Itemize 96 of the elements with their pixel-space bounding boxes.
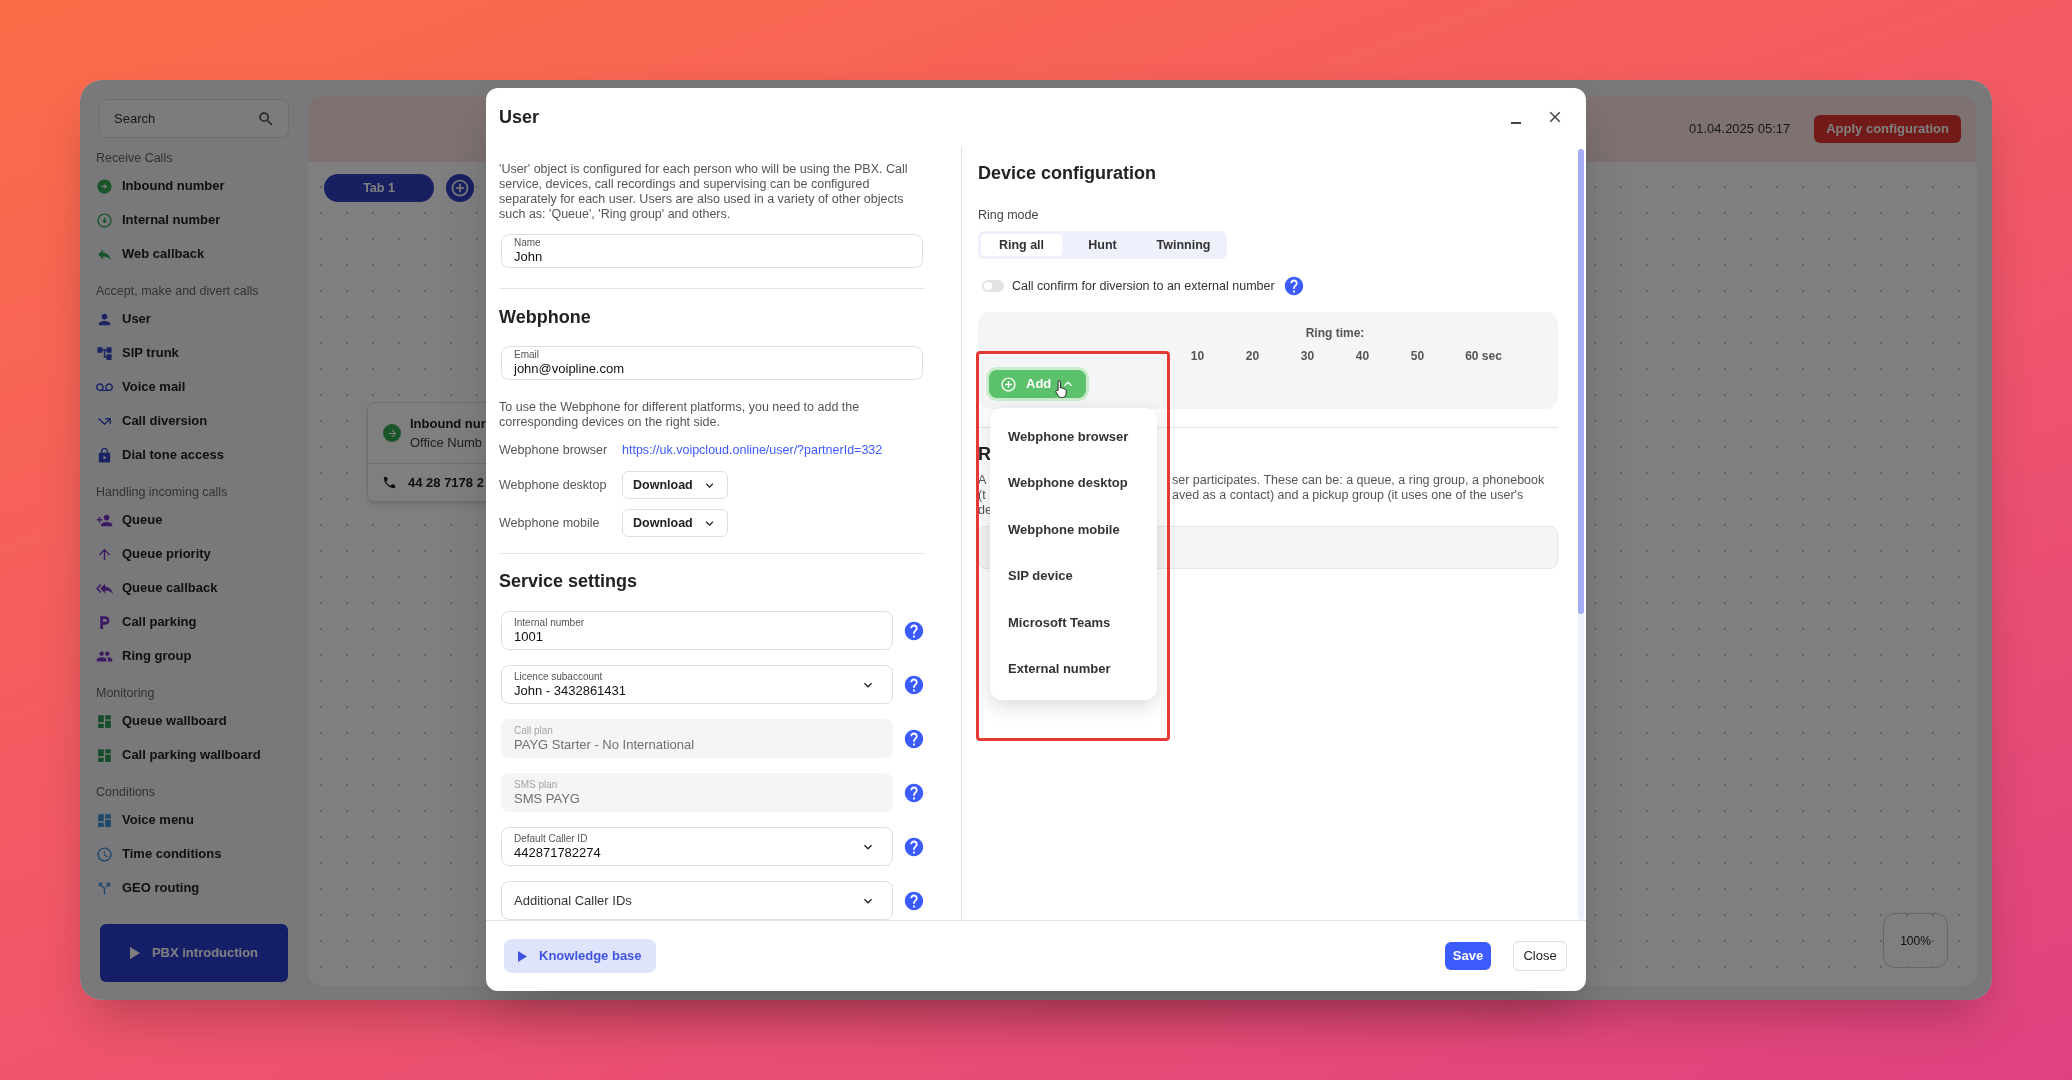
sidebar-item[interactable]: Voice mail [96,370,289,404]
download-select[interactable]: Download [622,471,728,499]
apply-configuration-button[interactable]: Apply configuration [1814,115,1961,143]
tick-label: 20 [1244,348,1261,363]
sidebar-item[interactable]: Time conditions [96,837,289,871]
section-heading: Service settings [499,570,639,593]
tick-label: 10 [1189,348,1206,363]
section-title: Accept, make and divert calls [96,282,260,300]
section-heading: Webphone [499,305,592,329]
canvas-tab[interactable]: Tab 1 [324,174,434,202]
menu-item[interactable]: Webphone desktop [990,459,1157,506]
row-label: Webphone mobile [499,514,601,532]
sidebar-item[interactable]: Voice menu [96,803,289,837]
help-icon[interactable] [903,673,925,696]
toggle-label: Call confirm for diversion to an external number [1012,277,1275,295]
select-field[interactable]: Default Caller ID 442871782274 [501,827,893,866]
webphone-link[interactable]: https://uk.voipcloud.online/user/?partnerId=332 [622,440,883,460]
description-text: A [978,473,987,487]
sidebar-item[interactable]: Queue [96,503,289,537]
description-text: aved as a contact) and a pickup group (it uses one of the user's [1172,488,1524,503]
sidebar-item[interactable]: Web callback [96,237,289,271]
sidebar-item[interactable]: Internal number [96,203,289,237]
menu-item[interactable]: Webphone browser [990,413,1157,460]
plus-icon [450,178,470,198]
sidebar-item[interactable]: SIP trunk [96,336,289,370]
search-field[interactable]: Search [99,99,289,138]
menu-item[interactable]: External number [990,645,1157,692]
node-title: Inbound nur [410,414,486,433]
add-tab-button[interactable] [446,174,474,202]
input-field[interactable]: Name John [501,234,923,268]
tick-label: 60 sec [1464,348,1503,363]
section-title: Conditions [96,783,157,801]
grid-icon [96,811,113,829]
ring-mode-tab[interactable]: Hunt [1062,234,1143,256]
help-icon[interactable] [903,619,925,642]
sidebar-item[interactable]: User [96,302,289,336]
help-icon[interactable] [903,889,925,912]
search-icon[interactable] [257,110,275,128]
close-button[interactable]: Close [1513,941,1567,971]
help-icon[interactable] [903,781,925,804]
sidebar-item[interactable]: Call parking wallboard [96,738,289,772]
dashboard-icon [96,746,113,764]
sidebar-item[interactable]: Queue priority [96,537,289,571]
help-icon[interactable] [903,727,925,750]
phone-number: 44 28 7178 2 [408,473,484,492]
pointer-cursor-icon [1055,379,1069,398]
help-icon[interactable] [1282,275,1305,297]
zoom-level: 100% [1883,913,1948,968]
sidebar-item[interactable]: Inbound number [96,169,289,203]
phone-icon [382,475,397,490]
sidebar-item[interactable]: GEO routing [96,871,289,905]
ring-time-label: Ring time: [1304,325,1366,340]
tick-label: 40 [1354,348,1371,363]
section-title: Receive Calls [96,149,174,167]
save-button[interactable]: Save [1445,942,1491,970]
menu-item[interactable]: Webphone mobile [990,506,1157,553]
description-text: (t [978,488,986,502]
field-label: Ring mode [978,207,1040,222]
section-heading: Device configuration [978,162,1158,185]
ring-mode-tab[interactable]: Twinning [1143,234,1224,256]
sidebar-item[interactable]: Call parking [96,605,289,639]
input-field[interactable]: Email john@voipline.com [501,345,923,380]
menu-item[interactable]: SIP device [990,552,1157,599]
dialog-title: User [499,105,540,129]
description-text: ser participates. These can be: a queue, a ring group, a phonebook [1172,473,1545,488]
knowledge-base-button[interactable]: Knowledge base [504,939,656,973]
dashboard-icon [96,712,113,730]
sidebar-item[interactable]: Dial tone access [96,438,289,472]
sidebar-item[interactable]: Call diversion [96,404,289,438]
tree-icon [96,344,113,362]
toggle-switch[interactable] [982,280,1004,292]
scrollbar-thumb[interactable] [1578,149,1584,614]
section-heading: R [978,443,992,466]
sidebar-item[interactable]: Queue wallboard [96,704,289,738]
download-select[interactable]: Download [622,509,728,537]
lock-icon [96,446,113,464]
node-subtitle: Office Numb [410,434,483,452]
tick-label: 50 [1409,348,1426,363]
intro-text: 'User' object is configured for each person who will be using the PBX. Call service, devices, call recordings and supervising can be configured separately for each user. Users are also used in a variety of other objects such as: 'Queue', 'Ring group' and others. [499,162,909,222]
play-icon [518,950,527,962]
date-time: 01.04.2025 05:17 [1689,120,1791,139]
help-icon[interactable] [903,835,925,858]
minimize-icon [1511,122,1521,124]
clock-icon [96,845,113,863]
input-field[interactable]: Internal number 1001 [501,611,893,650]
sidebar-item[interactable]: Queue callback [96,571,289,605]
ring-mode-tab[interactable]: Ring all [981,234,1062,256]
select-field[interactable]: Additional Caller IDs [501,881,893,920]
section-title: Monitoring [96,684,156,702]
play-icon [129,947,140,959]
tick-label: 30 [1299,348,1316,363]
select-field[interactable]: Licence subaccount John - 3432861431 [501,665,893,704]
intro-button[interactable]: PBX introduction [100,924,288,982]
menu-item[interactable]: Microsoft Teams [990,599,1157,646]
sidebar-item[interactable]: Ring group [96,639,289,673]
section-title: Handling incoming calls [96,483,229,501]
